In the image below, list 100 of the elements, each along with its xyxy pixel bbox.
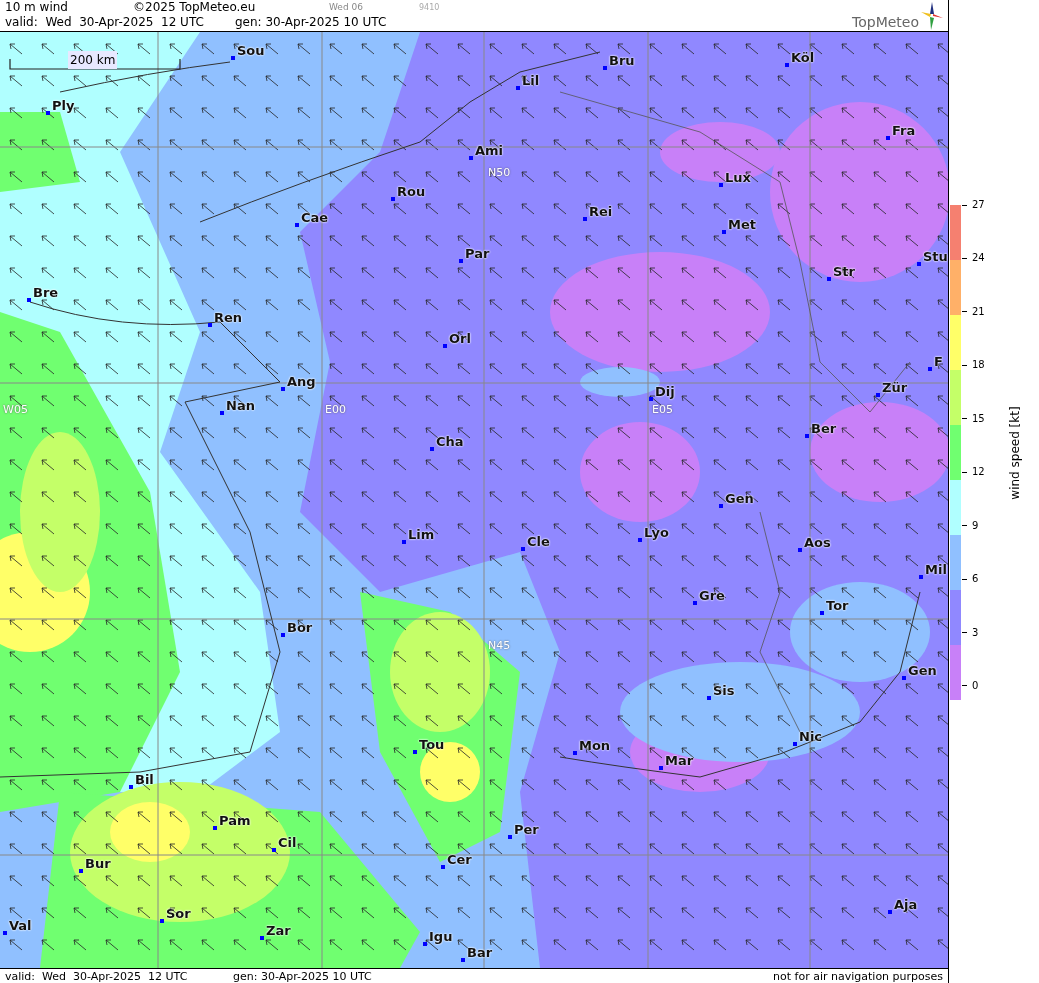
city-marker-icon — [213, 825, 217, 830]
city-label: Cha — [436, 433, 464, 451]
city-label: Ami — [475, 142, 504, 160]
run-code: 9410 — [419, 2, 440, 14]
city-marker-icon — [583, 216, 587, 221]
tick-label: 6 — [972, 572, 979, 587]
city-marker-icon — [919, 574, 923, 579]
city-marker-icon — [917, 261, 921, 266]
city-marker-icon — [521, 546, 525, 551]
city-marker-icon — [707, 695, 711, 700]
grid-label: E05 — [652, 402, 673, 418]
city-label: Str — [833, 263, 855, 281]
city-label: Bru — [609, 52, 635, 70]
city-marker-icon — [461, 957, 465, 962]
city-marker-icon — [820, 610, 824, 615]
city-label: Lyo — [644, 524, 669, 542]
city-label: Aos — [804, 534, 831, 552]
tick-label: 3 — [972, 625, 979, 640]
city-marker-icon — [430, 446, 434, 451]
city-label: Bor — [287, 619, 313, 637]
city-marker-icon — [402, 539, 406, 544]
tick-label: 0 — [972, 678, 979, 693]
city-marker-icon — [516, 85, 520, 90]
city-marker-icon — [508, 834, 512, 839]
city-marker-icon — [886, 135, 890, 140]
city-marker-icon — [785, 62, 789, 67]
city-label: Bur — [85, 855, 111, 873]
city-marker-icon — [719, 503, 723, 508]
tick-label: 12 — [972, 465, 985, 480]
city-marker-icon — [693, 600, 697, 605]
copyright-text: ©2025 TopMeteo.eu — [133, 0, 257, 15]
city-marker-icon — [231, 55, 235, 60]
city-label: Cle — [527, 533, 550, 551]
city-label: Bre — [33, 284, 59, 302]
city-marker-icon — [295, 222, 299, 227]
city-label: Köl — [791, 49, 815, 67]
city-marker-icon — [27, 297, 31, 302]
valid-time: valid: Wed 30-Apr-2025 12 UTC — [5, 969, 189, 983]
city-label: Zür — [882, 379, 908, 397]
grid-label: W05 — [3, 402, 28, 418]
grid-label: E00 — [325, 402, 346, 418]
city-marker-icon — [719, 182, 723, 187]
city-label: Rei — [589, 203, 613, 221]
city-label: Tou — [419, 736, 445, 754]
city-label: Sou — [237, 42, 265, 60]
city-label: Orl — [449, 330, 471, 348]
city-label: Met — [728, 216, 756, 234]
city-label: F — [934, 353, 943, 371]
city-marker-icon — [281, 386, 285, 391]
city-marker-icon — [638, 537, 642, 542]
generated-time: gen: 30-Apr-2025 10 UTC — [235, 15, 387, 30]
disclaimer-text: not for air navigation purposes — [773, 969, 943, 983]
grid-label: N50 — [488, 165, 511, 181]
city-label: Mon — [579, 737, 611, 755]
city-marker-icon — [888, 909, 892, 914]
city-label: Gre — [699, 587, 725, 605]
city-label: Fra — [892, 122, 916, 140]
city-marker-icon — [798, 547, 802, 552]
city-marker-icon — [649, 396, 653, 401]
city-label: Nic — [799, 728, 823, 746]
city-marker-icon — [79, 868, 83, 873]
tick-label: 18 — [972, 358, 985, 373]
city-label: Val — [9, 917, 32, 935]
tick-label: 21 — [972, 304, 985, 319]
tick-label: 15 — [972, 411, 985, 426]
city-label: Bil — [135, 771, 154, 789]
city-label: Lim — [408, 526, 435, 544]
city-label: Gen — [908, 662, 937, 680]
city-label: Cer — [447, 851, 472, 869]
city-label: Sor — [166, 905, 191, 923]
city-marker-icon — [46, 110, 50, 115]
city-marker-icon — [3, 930, 7, 935]
city-label: Ber — [811, 420, 837, 438]
city-label: Sis — [713, 682, 735, 700]
city-label: Ang — [287, 373, 316, 391]
city-marker-icon — [603, 65, 607, 70]
city-marker-icon — [129, 784, 133, 789]
generated-time: gen: 30-Apr-2025 10 UTC — [233, 969, 372, 983]
day-label: Wed 06 — [329, 1, 364, 14]
city-label: Aja — [894, 896, 918, 914]
city-marker-icon — [441, 864, 445, 869]
tick-label: 27 — [972, 198, 985, 212]
city-marker-icon — [391, 196, 395, 201]
city-label: Gen — [725, 490, 754, 508]
city-label: Stu — [923, 248, 948, 266]
city-label: Mar — [665, 752, 694, 770]
city-label: Cil — [278, 834, 297, 852]
city-label: Mil — [925, 561, 947, 579]
logo-text: TopMeteo — [852, 15, 919, 30]
city-marker-icon — [659, 765, 663, 770]
city-label: Bar — [467, 944, 493, 962]
city-marker-icon — [876, 392, 880, 397]
tick-label: 9 — [972, 518, 979, 533]
city-label: Nan — [226, 397, 255, 415]
city-label: Zar — [266, 922, 291, 940]
city-marker-icon — [272, 847, 276, 852]
city-label: Rou — [397, 183, 426, 201]
city-label: Igu — [429, 928, 453, 946]
valid-time: valid: Wed 30-Apr-2025 12 UTC — [5, 15, 205, 30]
city-marker-icon — [208, 322, 212, 327]
